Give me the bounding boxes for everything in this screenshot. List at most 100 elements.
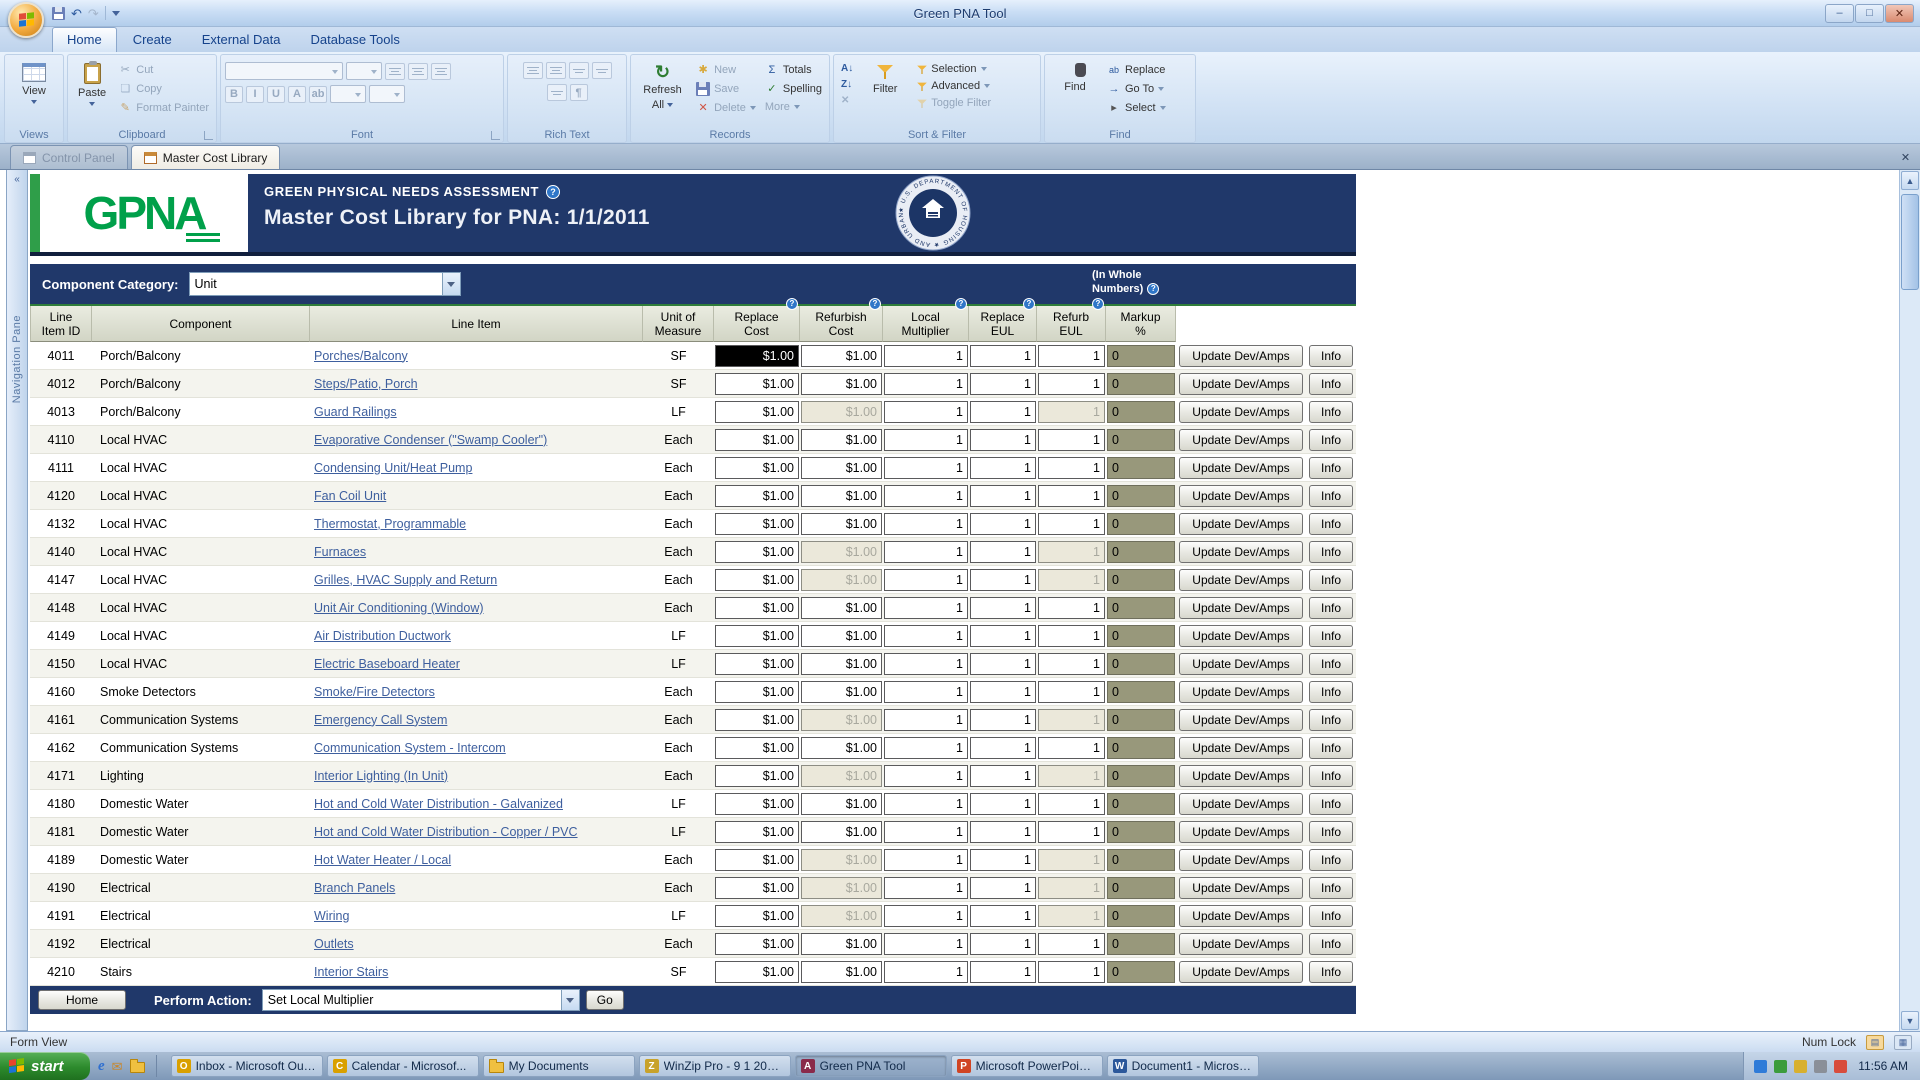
help-icon[interactable]: ? bbox=[1023, 298, 1035, 310]
navigation-pane-collapsed[interactable]: « Navigation Pane bbox=[6, 170, 28, 1031]
markup-input[interactable]: 0 bbox=[1107, 569, 1175, 591]
replace-cost-input[interactable]: $1.00 bbox=[715, 681, 799, 703]
update-dev-amps-button[interactable]: Update Dev/Amps bbox=[1179, 625, 1303, 647]
refurbish-cost-input[interactable]: $1.00 bbox=[801, 373, 882, 395]
refurb-eul-input[interactable]: 1 bbox=[1038, 849, 1105, 871]
line-item-link[interactable]: Branch Panels bbox=[314, 881, 395, 895]
info-button[interactable]: Info bbox=[1309, 373, 1353, 395]
refurb-eul-input[interactable]: 1 bbox=[1038, 933, 1105, 955]
markup-input[interactable]: 0 bbox=[1107, 485, 1175, 507]
local-multiplier-input[interactable]: 1 bbox=[884, 653, 968, 675]
form-view-toggle[interactable]: ▤ bbox=[1866, 1035, 1884, 1050]
refurb-eul-input[interactable]: 1 bbox=[1038, 485, 1105, 507]
replace-cost-input[interactable]: $1.00 bbox=[715, 821, 799, 843]
info-button[interactable]: Info bbox=[1309, 345, 1353, 367]
replace-eul-input[interactable]: 1 bbox=[970, 877, 1036, 899]
help-icon[interactable]: ? bbox=[1147, 283, 1159, 295]
refurb-eul-input[interactable]: 1 bbox=[1038, 905, 1105, 927]
replace-eul-input[interactable]: 1 bbox=[970, 373, 1036, 395]
line-item-link[interactable]: Wiring bbox=[314, 909, 349, 923]
markup-input[interactable]: 0 bbox=[1107, 625, 1175, 647]
replace-cost-input[interactable]: $1.00 bbox=[715, 933, 799, 955]
vertical-scrollbar[interactable]: ▲ ▼ bbox=[1899, 170, 1920, 1031]
refresh-all-button[interactable]: ↻ Refresh All bbox=[635, 58, 690, 126]
refurb-eul-input[interactable]: 1 bbox=[1038, 569, 1105, 591]
replace-cost-input[interactable]: $1.00 bbox=[715, 793, 799, 815]
markup-input[interactable]: 0 bbox=[1107, 653, 1175, 675]
replace-cost-input[interactable]: $1.00 bbox=[715, 457, 799, 479]
replace-cost-input[interactable]: $1.00 bbox=[715, 653, 799, 675]
refurbish-cost-input[interactable]: $1.00 bbox=[801, 933, 882, 955]
folder-icon[interactable] bbox=[130, 1062, 145, 1073]
align-left-button[interactable] bbox=[385, 63, 405, 80]
replace-cost-input[interactable]: $1.00 bbox=[715, 345, 799, 367]
line-item-link[interactable]: Interior Lighting (In Unit) bbox=[314, 769, 448, 783]
markup-input[interactable]: 0 bbox=[1107, 597, 1175, 619]
refurb-eul-input[interactable]: 1 bbox=[1038, 821, 1105, 843]
info-button[interactable]: Info bbox=[1309, 737, 1353, 759]
replace-eul-input[interactable]: 1 bbox=[970, 513, 1036, 535]
local-multiplier-input[interactable]: 1 bbox=[884, 765, 968, 787]
refurbish-cost-input[interactable]: $1.00 bbox=[801, 513, 882, 535]
font-name-select[interactable] bbox=[225, 62, 343, 80]
replace-cost-input[interactable]: $1.00 bbox=[715, 513, 799, 535]
replace-eul-input[interactable]: 1 bbox=[970, 681, 1036, 703]
info-button[interactable]: Info bbox=[1309, 709, 1353, 731]
scrollbar-thumb[interactable] bbox=[1901, 194, 1919, 290]
refurbish-cost-input[interactable]: $1.00 bbox=[801, 821, 882, 843]
replace-cost-input[interactable]: $1.00 bbox=[715, 569, 799, 591]
bold-button[interactable]: B bbox=[225, 86, 243, 103]
line-item-link[interactable]: Steps/Patio, Porch bbox=[314, 377, 418, 391]
local-multiplier-input[interactable]: 1 bbox=[884, 737, 968, 759]
line-item-link[interactable]: Hot and Cold Water Distribution - Copper… bbox=[314, 825, 578, 839]
replace-eul-input[interactable]: 1 bbox=[970, 905, 1036, 927]
replace-eul-input[interactable]: 1 bbox=[970, 737, 1036, 759]
replace-eul-input[interactable]: 1 bbox=[970, 961, 1036, 983]
refurbish-cost-input[interactable]: $1.00 bbox=[801, 625, 882, 647]
update-dev-amps-button[interactable]: Update Dev/Amps bbox=[1179, 961, 1303, 983]
info-button[interactable]: Info bbox=[1309, 569, 1353, 591]
update-dev-amps-button[interactable]: Update Dev/Amps bbox=[1179, 793, 1303, 815]
info-button[interactable]: Info bbox=[1309, 933, 1353, 955]
spelling-button[interactable]: ✓Spelling bbox=[762, 81, 825, 97]
local-multiplier-input[interactable]: 1 bbox=[884, 933, 968, 955]
info-button[interactable]: Info bbox=[1309, 457, 1353, 479]
tab-master-cost-library[interactable]: Master Cost Library bbox=[131, 145, 281, 169]
scroll-up-button[interactable]: ▲ bbox=[1901, 171, 1919, 190]
update-dev-amps-button[interactable]: Update Dev/Amps bbox=[1179, 457, 1303, 479]
align-right-button[interactable] bbox=[431, 63, 451, 80]
totals-button[interactable]: ΣTotals bbox=[762, 62, 825, 78]
update-dev-amps-button[interactable]: Update Dev/Amps bbox=[1179, 401, 1303, 423]
goto-button[interactable]: →Go To bbox=[1104, 81, 1169, 97]
update-dev-amps-button[interactable]: Update Dev/Amps bbox=[1179, 513, 1303, 535]
local-multiplier-input[interactable]: 1 bbox=[884, 709, 968, 731]
line-item-link[interactable]: Emergency Call System bbox=[314, 713, 447, 727]
refurbish-cost-input[interactable]: $1.00 bbox=[801, 401, 882, 423]
info-button[interactable]: Info bbox=[1309, 793, 1353, 815]
replace-cost-input[interactable]: $1.00 bbox=[715, 485, 799, 507]
local-multiplier-input[interactable]: 1 bbox=[884, 597, 968, 619]
local-multiplier-input[interactable]: 1 bbox=[884, 373, 968, 395]
refurbish-cost-input[interactable]: $1.00 bbox=[801, 429, 882, 451]
refurb-eul-input[interactable]: 1 bbox=[1038, 401, 1105, 423]
replace-eul-input[interactable]: 1 bbox=[970, 345, 1036, 367]
scroll-down-button[interactable]: ▼ bbox=[1901, 1011, 1919, 1030]
view-button[interactable]: View bbox=[9, 58, 59, 126]
close-button[interactable]: ✕ bbox=[1885, 4, 1914, 23]
font-dialog-launcher[interactable] bbox=[491, 131, 500, 140]
info-button[interactable]: Info bbox=[1309, 541, 1353, 563]
info-button[interactable]: Info bbox=[1309, 513, 1353, 535]
refurbish-cost-input[interactable]: $1.00 bbox=[801, 345, 882, 367]
text-direction-button[interactable] bbox=[547, 84, 567, 101]
local-multiplier-input[interactable]: 1 bbox=[884, 485, 968, 507]
find-button[interactable]: Find bbox=[1049, 58, 1101, 126]
refurb-eul-input[interactable]: 1 bbox=[1038, 457, 1105, 479]
update-dev-amps-button[interactable]: Update Dev/Amps bbox=[1179, 681, 1303, 703]
line-item-link[interactable]: Furnaces bbox=[314, 545, 366, 559]
replace-eul-input[interactable]: 1 bbox=[970, 793, 1036, 815]
decrease-indent-button[interactable] bbox=[569, 62, 589, 79]
replace-cost-input[interactable]: $1.00 bbox=[715, 877, 799, 899]
markup-input[interactable]: 0 bbox=[1107, 541, 1175, 563]
font-size-select[interactable] bbox=[346, 62, 382, 80]
info-button[interactable]: Info bbox=[1309, 961, 1353, 983]
